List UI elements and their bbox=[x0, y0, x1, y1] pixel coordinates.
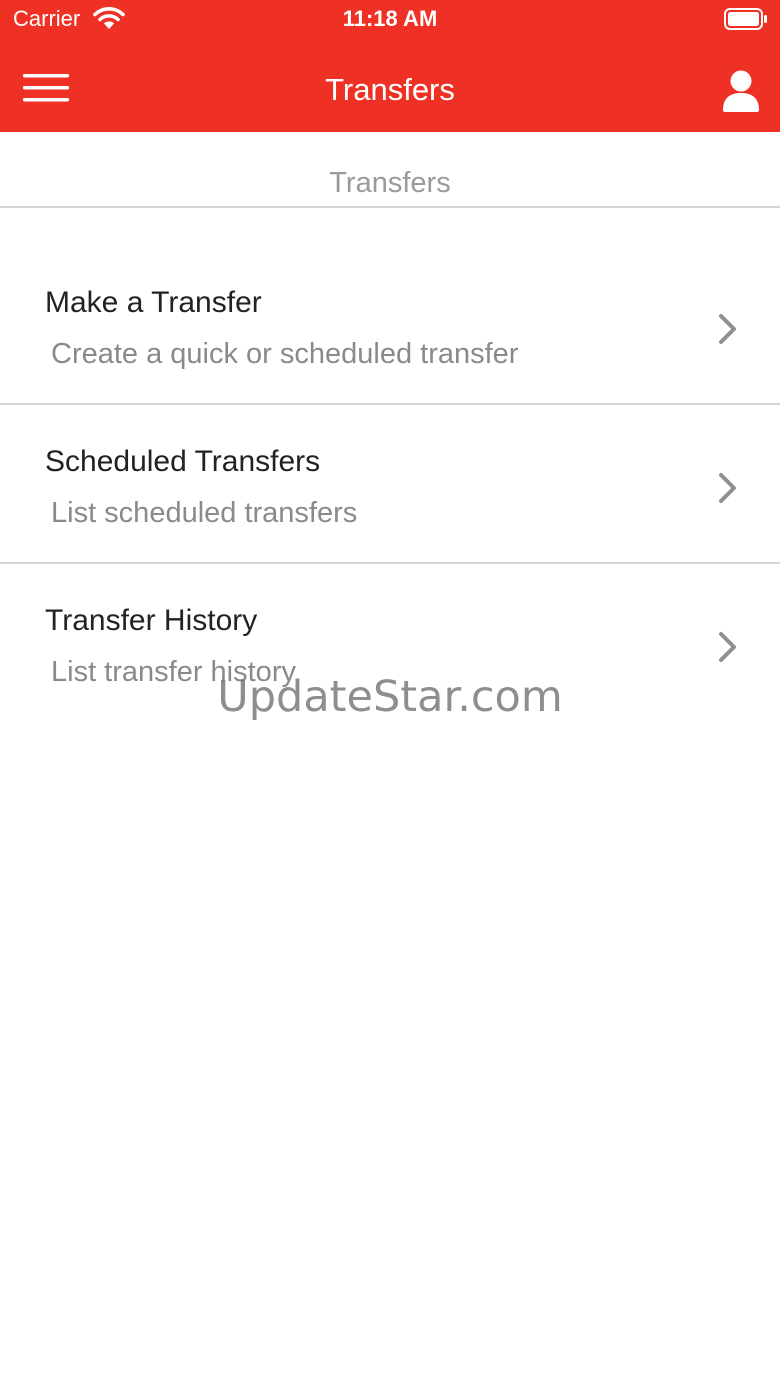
navigation-bar: Transfers bbox=[0, 40, 780, 132]
transfers-screen: Carrier 11:18 AM Transfers Transfers Mak… bbox=[0, 0, 780, 1387]
item-title: Scheduled Transfers bbox=[45, 445, 321, 478]
transfer-menu-list: Make a Transfer Create a quick or schedu… bbox=[0, 246, 780, 723]
status-bar: Carrier 11:18 AM bbox=[0, 0, 780, 40]
status-time: 11:18 AM bbox=[342, 6, 438, 31]
app-header: Carrier 11:18 AM Transfers bbox=[0, 0, 780, 132]
make-transfer-item[interactable]: Make a Transfer Create a quick or schedu… bbox=[0, 246, 780, 405]
item-subtitle: Create a quick or scheduled transfer bbox=[51, 338, 519, 370]
section-header: Transfers bbox=[0, 132, 780, 208]
item-title: Transfer History bbox=[45, 604, 258, 637]
section-title: Transfers bbox=[329, 167, 451, 199]
transfer-history-item[interactable]: Transfer History List transfer history bbox=[0, 564, 780, 723]
chevron-right-icon bbox=[719, 314, 736, 344]
item-subtitle: List scheduled transfers bbox=[51, 497, 358, 529]
battery-icon bbox=[724, 8, 767, 30]
hamburger-menu-icon bbox=[23, 74, 69, 102]
chevron-right-icon bbox=[719, 632, 736, 662]
item-subtitle: List transfer history bbox=[51, 656, 296, 688]
chevron-right-icon bbox=[719, 473, 736, 503]
page-title: Transfers bbox=[325, 72, 455, 107]
scheduled-transfers-item[interactable]: Scheduled Transfers List scheduled trans… bbox=[0, 405, 780, 564]
item-title: Make a Transfer bbox=[45, 286, 262, 319]
profile-button[interactable] bbox=[714, 64, 768, 118]
menu-button[interactable] bbox=[18, 66, 74, 110]
user-profile-icon bbox=[723, 70, 759, 112]
